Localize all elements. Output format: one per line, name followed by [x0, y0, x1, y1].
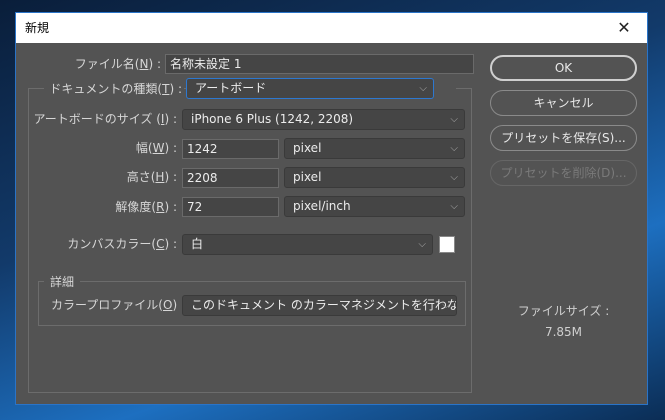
resolution-label: 解像度(R) : [115, 200, 177, 214]
width-unit-select[interactable]: pixel ⌵ [284, 138, 465, 159]
dialog-title: 新規 [25, 21, 50, 35]
height-unit-select[interactable]: pixel ⌵ [284, 167, 465, 188]
chevron-down-icon: ⌵ [419, 83, 427, 94]
canvas-color-select[interactable]: 白 ⌵ [182, 234, 433, 255]
chevron-down-icon: ⌵ [450, 172, 458, 183]
width-input[interactable]: 1242 [182, 139, 279, 159]
doc-type-label: ドキュメントの種類(T) : [44, 79, 184, 99]
file-size-label: ファイルサイズ : [517, 304, 610, 318]
canvas-color-swatch[interactable] [439, 236, 455, 253]
canvas-color-label: カンバスカラー(C) : [67, 237, 177, 251]
width-label: 幅(W) : [135, 141, 177, 155]
close-icon[interactable]: ✕ [609, 13, 639, 43]
advanced-legend: 詳細 [44, 272, 81, 292]
color-profile-select[interactable]: このドキュメント のカラーマネジメントを行わない ⌵ [182, 295, 457, 316]
chevron-down-icon: ⌵ [450, 201, 458, 212]
height-label: 高さ(H) : [126, 170, 177, 184]
ok-button[interactable]: OK [490, 55, 637, 81]
chevron-down-icon: ⌵ [418, 239, 426, 250]
title-bar: 新規 ✕ [16, 13, 647, 43]
chevron-down-icon: ⌵ [450, 114, 458, 125]
file-size-value: 7.85M [544, 325, 583, 339]
filename-input[interactable]: 名称未設定 1 [165, 54, 474, 74]
delete-preset-button: プリセットを削除(D)... [490, 160, 637, 186]
filename-label: ファイル名(N) : [74, 57, 161, 71]
new-document-dialog: 新規 ✕ ファイル名(N) : 名称未設定 1 ドキュメントの種類(T) : ア… [15, 12, 648, 405]
doc-type-select[interactable]: アートボード ⌵ [186, 78, 434, 99]
chevron-down-icon: ⌵ [450, 143, 458, 154]
color-profile-label: カラープロファイル(O) : [51, 298, 185, 312]
resolution-input[interactable]: 72 [182, 197, 279, 217]
cancel-button[interactable]: キャンセル [490, 90, 637, 116]
height-input[interactable]: 2208 [182, 168, 279, 188]
save-preset-button[interactable]: プリセットを保存(S)... [490, 125, 637, 151]
chevron-down-icon: ⌵ [442, 300, 450, 311]
artboard-size-select[interactable]: iPhone 6 Plus (1242, 2208) ⌵ [182, 109, 465, 130]
artboard-size-label: アートボードのサイズ (I) : [33, 112, 177, 126]
resolution-unit-select[interactable]: pixel/inch ⌵ [284, 196, 465, 217]
